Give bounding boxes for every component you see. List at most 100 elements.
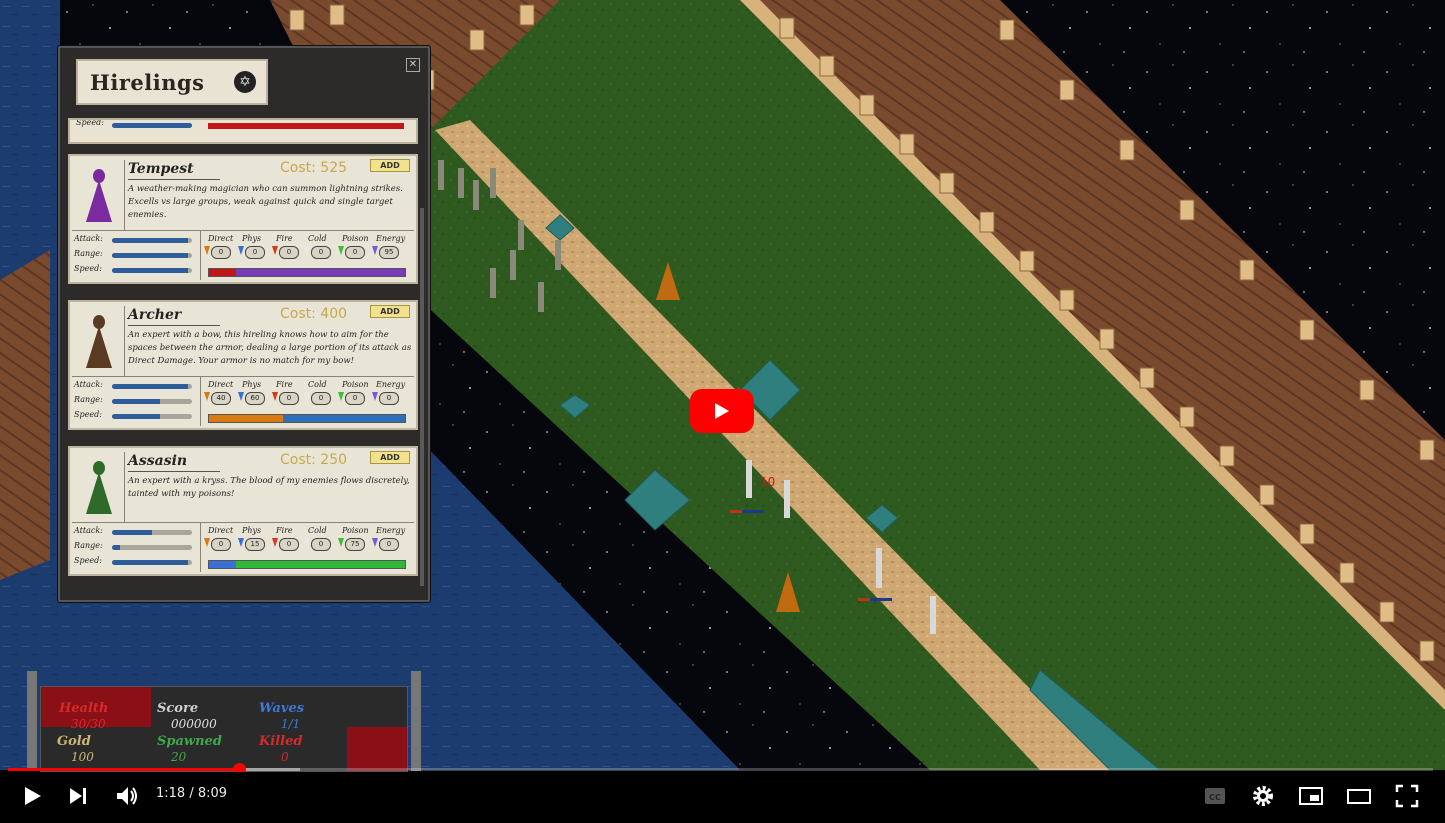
hireling-card: Assasin Cost: 250 ADD An expert with a krys… (68, 446, 418, 576)
resist-gem-icon (238, 538, 244, 547)
resist-value: 0 (279, 538, 299, 551)
resist-gem-icon (338, 538, 344, 547)
resist-header: Phys (242, 380, 262, 389)
pillar-left (27, 671, 37, 771)
stat-label: Speed: (74, 556, 102, 565)
damage-bar (208, 560, 406, 569)
health-label: Health (59, 701, 109, 716)
damage-popup: 10 (760, 475, 775, 489)
stat-bar (112, 560, 192, 565)
resist-gem-icon (272, 392, 278, 401)
spawned-label: Spawned (157, 734, 222, 749)
resist-gem-icon (238, 246, 244, 255)
resist-gem-icon (304, 392, 310, 401)
waves-label: Waves (259, 701, 305, 716)
resist-header: Direct (208, 234, 234, 243)
current-time: 1:18 (156, 786, 186, 801)
stat-bar (112, 253, 192, 258)
control-bar: 1:18 / 8:09 CC (0, 772, 1445, 823)
resist-gem-icon (272, 246, 278, 255)
resist-gem-icon (372, 538, 378, 547)
score-value: 000000 (171, 717, 217, 731)
next-icon[interactable] (66, 783, 90, 809)
damage-bar (208, 268, 406, 277)
resist-gem-icon (238, 392, 244, 401)
miniplayer-icon[interactable] (1298, 783, 1324, 809)
hireling-cost: Cost: 400 (280, 306, 348, 322)
hireling-portrait (74, 306, 125, 376)
resist-value: 0 (345, 246, 365, 259)
resist-header: Direct (208, 380, 234, 389)
stat-label: Attack: (74, 380, 103, 389)
resist-gem-icon (338, 392, 344, 401)
resist-gem-icon (272, 538, 278, 547)
resist-gem-icon (372, 392, 378, 401)
resist-value: 0 (279, 246, 299, 259)
stat-label: Attack: (74, 526, 103, 535)
resist-value: 15 (245, 538, 265, 551)
gold-value: 100 (71, 750, 94, 764)
damage-bar (208, 414, 406, 423)
score-panel: Health 30/30 Score 000000 Waves 1/1 Gold… (27, 671, 421, 772)
resist-header: Energy (376, 526, 406, 535)
play-icon[interactable] (20, 783, 44, 809)
add-hireling-button[interactable]: ADD (370, 159, 410, 172)
stat-label: Range: (74, 395, 103, 404)
resist-gem-icon (304, 246, 310, 255)
close-icon[interactable]: ✕ (406, 58, 420, 72)
resist-value: 75 (345, 538, 365, 551)
hirelings-title: Hirelings (90, 70, 205, 95)
hireling-description: A weather-making magician who can summon… (128, 184, 403, 220)
stat-bar (112, 545, 192, 550)
stat-bar (112, 414, 192, 419)
red-corner (347, 727, 407, 771)
resist-gem-icon (204, 246, 210, 255)
volume-icon[interactable] (114, 783, 140, 809)
health-value: 30/30 (71, 717, 106, 731)
resist-gem-icon (372, 246, 378, 255)
resist-value: 0 (311, 538, 331, 551)
stat-label: Range: (74, 541, 103, 550)
resist-gem-icon (338, 246, 344, 255)
waves-value: 1/1 (281, 717, 301, 731)
played-bar (8, 768, 239, 771)
stat-bar (112, 399, 192, 404)
resist-value: 0 (311, 246, 331, 259)
progress-bar[interactable] (8, 763, 1433, 776)
hirelings-panel: Hirelings ✡ ✕ Speed: Tempest Cost: 525 ADD… (58, 46, 430, 602)
stat-bar (112, 268, 192, 273)
resist-value: 0 (345, 392, 365, 405)
stat-label: Range: (74, 249, 103, 258)
fullscreen-icon[interactable] (1394, 783, 1420, 809)
stat-label: Attack: (74, 234, 103, 243)
large-play-button[interactable] (690, 389, 754, 433)
resist-header: Fire (276, 380, 293, 389)
hireling-cost: Cost: 250 (280, 452, 348, 468)
resist-gem-icon (304, 538, 310, 547)
hireling-name: Assasin (128, 453, 188, 469)
svg-text:CC: CC (1209, 793, 1221, 802)
hireling-portrait (74, 452, 125, 522)
resist-header: Direct (208, 526, 234, 535)
add-hireling-button[interactable]: ADD (370, 451, 410, 464)
score-label: Score (157, 701, 199, 716)
resist-gem-icon (204, 538, 210, 547)
resist-header: Poison (342, 526, 369, 535)
add-hireling-button[interactable]: ADD (370, 305, 410, 318)
resist-value: 0 (379, 538, 399, 551)
play-icon (715, 403, 729, 419)
resist-header: Energy (376, 234, 406, 243)
stat-label: Speed: (74, 410, 102, 419)
pillar-right (411, 671, 421, 771)
scrollbar[interactable] (420, 208, 424, 586)
resist-header: Fire (276, 526, 293, 535)
resist-value: 95 (379, 246, 399, 259)
resist-value: 60 (245, 392, 265, 405)
hireling-card: Tempest Cost: 525 ADD A weather-making magi… (68, 154, 418, 284)
settings-gear-icon[interactable] (1250, 783, 1276, 809)
stat-bar (112, 384, 192, 389)
theater-mode-icon[interactable] (1346, 783, 1372, 809)
captions-icon[interactable]: CC (1202, 783, 1228, 809)
video-player[interactable]: 10 Hirelings ✡ ✕ Speed: Tempest Cost: 525… (0, 0, 1445, 823)
resist-header: Phys (242, 234, 262, 243)
